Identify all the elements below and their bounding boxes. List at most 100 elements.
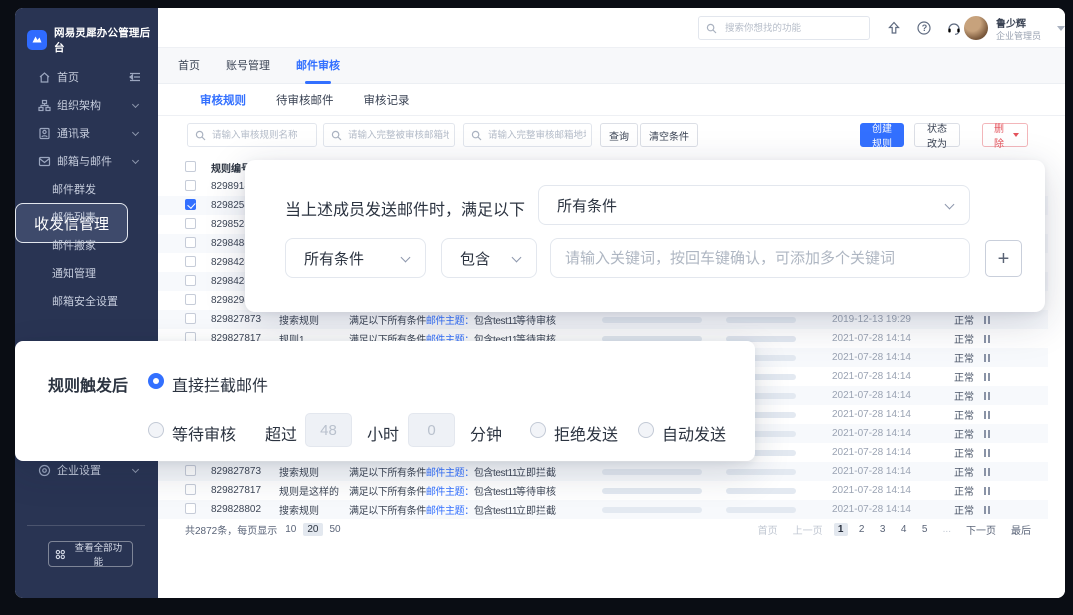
headset-icon[interactable] <box>946 20 962 36</box>
caret-down-icon[interactable] <box>1057 26 1065 31</box>
radio-wait-audit[interactable] <box>148 422 164 438</box>
row-checkbox[interactable] <box>185 503 196 514</box>
match-mode-select[interactable]: 所有条件 <box>538 185 970 225</box>
row-checkbox[interactable] <box>185 465 196 476</box>
pause-icon[interactable] <box>984 411 990 419</box>
pause-icon[interactable] <box>984 335 990 343</box>
add-condition-button[interactable]: + <box>985 240 1022 277</box>
mail-subject-link[interactable]: 邮件主题： <box>426 316 474 327</box>
upload-icon[interactable] <box>886 20 902 36</box>
radio-reject-send[interactable] <box>530 422 546 438</box>
page-size-option[interactable]: 50 <box>326 523 345 536</box>
sidebar-item-notification-mgmt[interactable]: 通知管理 <box>15 259 158 287</box>
row-checkbox[interactable] <box>185 218 196 229</box>
rule-id: 829827817 <box>211 485 279 496</box>
table-row: 829827873搜索规则满足以下所有条件邮件主题：包含test11等待审核20… <box>158 310 1048 329</box>
row-checkbox[interactable] <box>185 484 196 495</box>
operator-select[interactable]: 包含 <box>441 238 537 278</box>
subtab-pending-mail[interactable]: 待审核邮件 <box>276 92 334 108</box>
option-wait-label[interactable]: 等待审核 <box>172 421 236 445</box>
radio-block-mail[interactable] <box>148 373 164 389</box>
keyword-input[interactable] <box>551 239 969 277</box>
row-checkbox[interactable] <box>185 313 196 324</box>
page-current[interactable]: 1 <box>834 523 848 536</box>
sidebar-item-org[interactable]: 组织架构 <box>15 91 158 119</box>
pause-icon[interactable] <box>984 449 990 457</box>
help-icon[interactable]: ? <box>916 20 932 36</box>
page-size-option[interactable]: 10 <box>281 523 300 536</box>
pause-icon[interactable] <box>984 506 990 514</box>
collapse-sidebar-icon[interactable] <box>129 71 141 83</box>
row-checkbox[interactable] <box>185 294 196 305</box>
audited-mail-input[interactable] <box>346 124 451 146</box>
page-size-selector: 1020 50 <box>281 523 344 536</box>
page-item[interactable]: 最后 <box>1007 521 1035 538</box>
row-checkbox[interactable] <box>185 237 196 248</box>
select-all-checkbox[interactable] <box>185 161 196 172</box>
mail-subject-link[interactable]: 邮件主题： <box>426 468 474 479</box>
hours-unit-label: 小时 <box>367 421 399 445</box>
sidebar-item-mail-migration[interactable]: 邮件搬家 <box>15 231 158 259</box>
delete-button[interactable]: 删除 <box>982 123 1028 147</box>
pause-icon[interactable] <box>984 392 990 400</box>
page-size-option[interactable]: 20 <box>303 523 322 536</box>
search-button[interactable]: 查询 <box>600 123 638 147</box>
avatar[interactable] <box>964 16 988 40</box>
global-search-input[interactable] <box>723 17 865 39</box>
rule-name-input[interactable] <box>210 124 313 146</box>
pause-icon[interactable] <box>984 316 990 324</box>
page-item[interactable]: 2 <box>855 523 869 536</box>
pause-icon[interactable] <box>984 487 990 495</box>
pause-icon[interactable] <box>984 373 990 381</box>
sidebar-item-mass-mail[interactable]: 邮件群发 <box>15 175 158 203</box>
audit-subtabs: 审核规则 待审核邮件 审核记录 <box>158 84 1065 116</box>
auditor-mail-input[interactable] <box>486 124 588 146</box>
sidebar-item-mail-list[interactable]: 邮件列表 <box>15 203 158 231</box>
row-checkbox[interactable] <box>185 256 196 267</box>
page-item[interactable]: 5 <box>918 523 932 536</box>
row-checkbox[interactable] <box>185 275 196 286</box>
tab-mail-audit[interactable]: 邮件审核 <box>296 48 340 84</box>
created-time: 2021-07-28 14:14 <box>832 485 954 496</box>
radio-auto-send[interactable] <box>638 422 654 438</box>
sidebar-item-mail-security[interactable]: 邮箱安全设置 <box>15 287 158 315</box>
minutes-input[interactable] <box>408 413 455 447</box>
option-auto-label[interactable]: 自动发送 <box>662 421 726 445</box>
rule-condition: 满足以下所有条件邮件主题：包含test11 <box>349 464 516 479</box>
trigger-label: 规则触发后 <box>48 372 128 396</box>
subtab-audit-records[interactable]: 审核记录 <box>364 92 410 108</box>
mail-subject-link[interactable]: 邮件主题： <box>426 487 474 498</box>
clear-filters-button[interactable]: 清空条件 <box>640 123 698 147</box>
tab-home[interactable]: 首页 <box>178 48 200 84</box>
pause-icon[interactable] <box>984 468 990 476</box>
condition-title: 当上述成员发送邮件时，满足以下 <box>285 196 525 220</box>
sidebar-item-home[interactable]: 首页 <box>15 63 158 91</box>
condition-scope-select[interactable]: 所有条件 <box>285 238 426 278</box>
user-name[interactable]: 鲁少辉 <box>996 15 1026 30</box>
hours-input[interactable] <box>305 413 352 447</box>
page-item[interactable]: 4 <box>897 523 911 536</box>
option-reject-label[interactable]: 拒绝发送 <box>554 421 618 445</box>
sidebar-item-contacts[interactable]: 通讯录 <box>15 119 158 147</box>
subtab-audit-rules[interactable]: 审核规则 <box>200 92 246 108</box>
sidebar-item-mailbox[interactable]: 邮箱与邮件 <box>15 147 158 175</box>
option-block-label[interactable]: 直接拦截邮件 <box>172 372 268 396</box>
page-item[interactable]: 3 <box>876 523 890 536</box>
pause-icon[interactable] <box>984 430 990 438</box>
row-checkbox[interactable] <box>185 180 196 191</box>
pause-icon[interactable] <box>984 354 990 362</box>
over-label: 超过 <box>265 421 297 445</box>
page-item[interactable]: 下一页 <box>962 521 1000 538</box>
create-rule-button[interactable]: 创建规则 <box>860 123 904 147</box>
created-time: 2021-07-28 14:14 <box>832 466 954 477</box>
chevron-down-icon <box>401 253 411 263</box>
mail-subject-link[interactable]: 邮件主题： <box>426 506 474 517</box>
svg-text:?: ? <box>922 23 928 33</box>
all-features-button[interactable]: 查看全部功能 <box>48 541 133 567</box>
change-status-button[interactable]: 状态改为 <box>914 123 960 147</box>
created-time: 2021-07-28 14:14 <box>832 428 954 439</box>
skeleton-bar <box>726 469 796 475</box>
row-checkbox[interactable] <box>185 199 196 210</box>
tab-account-mgmt[interactable]: 账号管理 <box>226 48 270 84</box>
sidebar-item-label: 首页 <box>57 69 79 85</box>
